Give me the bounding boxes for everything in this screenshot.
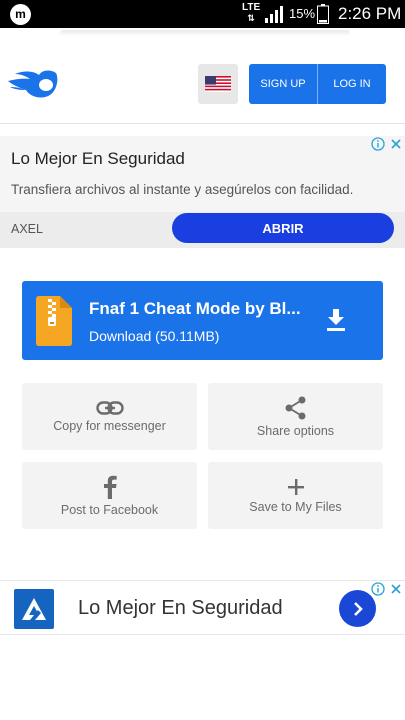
post-to-facebook-button[interactable]: Post to Facebook [22, 462, 197, 529]
us-flag-icon [205, 76, 231, 92]
ad-info-icon[interactable] [369, 136, 387, 152]
download-icon [327, 309, 345, 331]
header-shadow [60, 30, 350, 36]
app-notification-icon: m [10, 4, 31, 25]
signal-icon [265, 6, 283, 23]
facebook-label: Post to Facebook [60, 502, 159, 517]
network-label: LTE [242, 2, 261, 13]
plus-icon [287, 478, 304, 495]
save-label: Save to My Files [249, 499, 342, 514]
zip-file-icon [36, 296, 72, 346]
ad-close-icon[interactable] [387, 136, 405, 152]
login-button[interactable]: LOG IN [317, 64, 386, 104]
copy-label: Copy for messenger [53, 418, 166, 433]
ad-footer: AXEL ABRIR [0, 212, 405, 248]
battery-icon [317, 4, 329, 24]
share-label: Share options [256, 423, 335, 438]
mediafire-flame-icon[interactable] [6, 66, 58, 100]
ad-title: Lo Mejor En Seguridad [11, 149, 185, 168]
download-button[interactable]: Fnaf 1 Cheat Mode by Bl... Download (50.… [22, 281, 383, 360]
site-header: SIGN UP LOG IN [0, 28, 405, 124]
ad-bottom-close-icon[interactable] [387, 581, 405, 597]
ad-banner-bottom[interactable]: Lo Mejor En Seguridad [0, 580, 405, 635]
link-icon [95, 400, 124, 415]
facebook-icon [103, 475, 117, 499]
ad-open-button[interactable]: ABRIR [172, 213, 394, 243]
network-type: LTE ⇅ [242, 2, 261, 24]
share-icon [285, 396, 305, 419]
save-to-my-files-button[interactable]: Save to My Files [208, 462, 383, 529]
data-arrows-icon: ⇅ [247, 13, 255, 23]
share-options-button[interactable]: Share options [208, 383, 383, 450]
signup-button[interactable]: SIGN UP [249, 64, 317, 104]
battery-percent: 15% [289, 6, 316, 21]
language-button[interactable] [198, 64, 238, 104]
auth-buttons: SIGN UP LOG IN [249, 64, 386, 104]
chevron-right-icon [353, 601, 363, 616]
ad-brand: AXEL [11, 222, 43, 236]
file-name: Fnaf 1 Cheat Mode by Bl... [89, 299, 301, 318]
file-size: Download (50.11MB) [89, 328, 220, 344]
ad-banner-top[interactable]: Lo Mejor En Seguridad Transfiera archivo… [0, 136, 405, 248]
ad-text: Transfiera archivos al instante y asegúr… [11, 182, 354, 197]
ad-bottom-info-icon[interactable] [369, 581, 387, 597]
ad-brand-logo-icon [14, 589, 54, 629]
ad-bottom-title: Lo Mejor En Seguridad [78, 597, 283, 619]
ad-controls [369, 136, 405, 152]
clock: 2:26 PM [338, 4, 402, 23]
status-bar: m LTE ⇅ 15% 2:26 PM [0, 0, 405, 28]
copy-for-messenger-button[interactable]: Copy for messenger [22, 383, 197, 450]
ad-bottom-controls [369, 581, 405, 597]
